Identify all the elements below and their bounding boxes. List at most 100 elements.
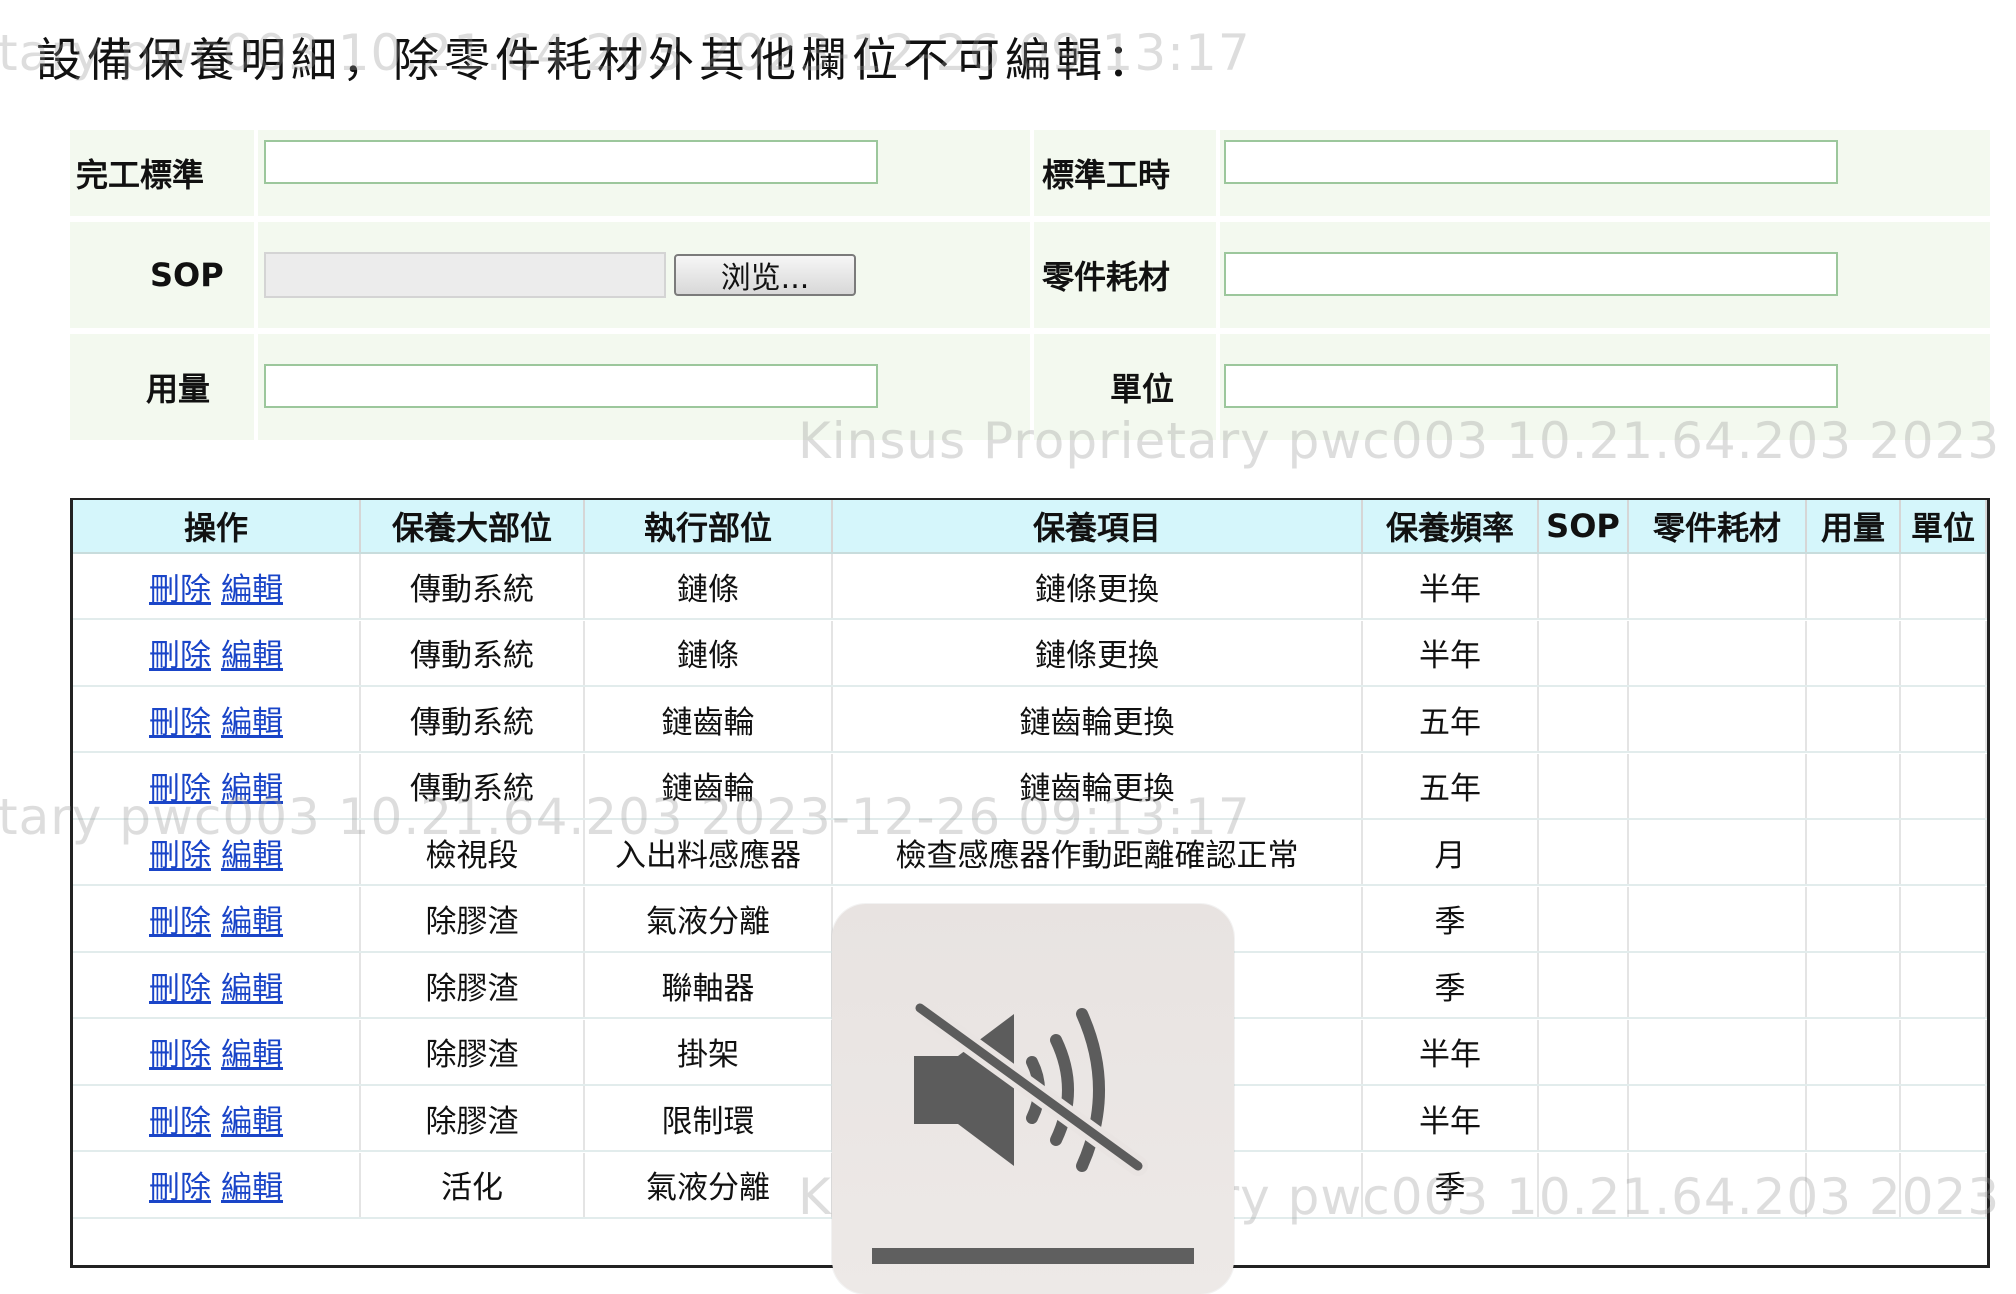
delete-link[interactable]: 刪除 (149, 763, 211, 808)
parts-input[interactable] (1224, 252, 1838, 296)
unit-label: 單位 (1110, 370, 1175, 408)
delete-link[interactable]: 刪除 (149, 1162, 211, 1207)
page-title: 設備保養明細，除零件耗材外其他欄位不可編輯： (36, 33, 1158, 87)
frequency-cell: 半年 (1363, 554, 1539, 618)
sop-file-input[interactable] (264, 252, 666, 298)
parts-label-cell: 零件耗材 (1034, 222, 1216, 328)
table-row: 刪除 編輯 傳動系統 鏈條 鏈條更換 半年 (73, 554, 1987, 620)
usage-cell (1807, 1152, 1901, 1217)
frequency-cell: 半年 (1363, 1019, 1539, 1084)
sop-cell (1539, 554, 1629, 618)
sop-cell (1539, 886, 1629, 951)
parts-cell (1629, 753, 1807, 818)
usage-cell (1807, 753, 1901, 818)
area-cell: 除膠渣 (361, 1019, 585, 1084)
edit-link[interactable]: 編輯 (221, 763, 283, 808)
unit-cell (1901, 953, 1987, 1017)
actions-cell: 刪除 編輯 (73, 953, 361, 1017)
frequency-cell: 半年 (1363, 620, 1539, 685)
part-cell: 鏈齒輪 (585, 687, 833, 751)
completion-standard-label: 完工標準 (76, 156, 205, 194)
usage-cell (1807, 687, 1901, 751)
part-cell: 掛架 (585, 1019, 833, 1084)
delete-link[interactable]: 刪除 (149, 1096, 211, 1141)
sop-cell (1539, 820, 1629, 884)
delete-link[interactable]: 刪除 (149, 630, 211, 675)
edit-link[interactable]: 編輯 (221, 1029, 283, 1074)
area-cell: 除膠渣 (361, 953, 585, 1017)
table-row: 刪除 編輯 傳動系統 鏈條 鏈條更換 半年 (73, 620, 1987, 687)
edit-link[interactable]: 編輯 (221, 896, 283, 941)
table-header: 操作 保養大部位 執行部位 保養項目 保養頻率 SOP 零件耗材 用量 單位 (73, 500, 1987, 554)
usage-cell (1807, 820, 1901, 884)
header-part: 執行部位 (585, 500, 833, 552)
frequency-cell: 五年 (1363, 753, 1539, 818)
item-cell: 檢查感應器作動距離確認正常 (833, 820, 1363, 884)
edit-link[interactable]: 編輯 (221, 564, 283, 609)
area-cell: 傳動系統 (361, 554, 585, 618)
frequency-cell: 季 (1363, 953, 1539, 1017)
area-cell: 除膠渣 (361, 886, 585, 951)
header-area: 保養大部位 (361, 500, 585, 552)
standard-hours-label: 標準工時 (1042, 156, 1171, 194)
frequency-cell: 季 (1363, 1152, 1539, 1217)
completion-standard-field-cell (258, 130, 1030, 216)
parts-cell (1629, 687, 1807, 751)
table-row: 刪除 編輯 傳動系統 鏈齒輪 鏈齒輪更換 五年 (73, 753, 1987, 820)
table-row: 刪除 編輯 傳動系統 鏈齒輪 鏈齒輪更換 五年 (73, 687, 1987, 753)
actions-cell: 刪除 編輯 (73, 886, 361, 951)
unit-cell (1901, 886, 1987, 951)
area-cell: 除膠渣 (361, 1086, 585, 1150)
usage-cell (1807, 886, 1901, 951)
part-cell: 氣液分離 (585, 886, 833, 951)
part-cell: 鏈齒輪 (585, 753, 833, 818)
unit-cell (1901, 1019, 1987, 1084)
browse-button[interactable]: 浏览... (674, 254, 856, 296)
edit-link[interactable]: 編輯 (221, 630, 283, 675)
standard-hours-label-cell: 標準工時 (1034, 130, 1216, 216)
sop-label: SOP (150, 256, 224, 294)
frequency-cell: 五年 (1363, 687, 1539, 751)
parts-cell (1629, 1152, 1807, 1217)
unit-field-cell (1220, 334, 1990, 440)
delete-link[interactable]: 刪除 (149, 963, 211, 1008)
parts-cell (1629, 620, 1807, 685)
unit-cell (1901, 1152, 1987, 1217)
delete-link[interactable]: 刪除 (149, 697, 211, 742)
delete-link[interactable]: 刪除 (149, 564, 211, 609)
completion-standard-label-cell: 完工標準 (70, 130, 254, 216)
unit-cell (1901, 554, 1987, 618)
maintenance-form: 完工標準 標準工時 SOP 浏览... 零件耗材 用量 單位 (70, 130, 1990, 442)
item-cell: 鏈齒輪更換 (833, 753, 1363, 818)
frequency-cell: 月 (1363, 820, 1539, 884)
item-cell: 鏈條更換 (833, 620, 1363, 685)
part-cell: 氣液分離 (585, 1152, 833, 1217)
usage-label: 用量 (146, 370, 211, 408)
header-item: 保養項目 (833, 500, 1363, 552)
usage-input[interactable] (264, 364, 878, 408)
edit-link[interactable]: 編輯 (221, 1162, 283, 1207)
header-actions: 操作 (73, 500, 361, 552)
delete-link[interactable]: 刪除 (149, 830, 211, 875)
area-cell: 傳動系統 (361, 753, 585, 818)
part-cell: 限制環 (585, 1086, 833, 1150)
edit-link[interactable]: 編輯 (221, 697, 283, 742)
standard-hours-field-cell (1220, 130, 1990, 216)
actions-cell: 刪除 編輯 (73, 820, 361, 884)
delete-link[interactable]: 刪除 (149, 1029, 211, 1074)
completion-standard-input[interactable] (264, 140, 878, 184)
edit-link[interactable]: 編輯 (221, 963, 283, 1008)
frequency-cell: 半年 (1363, 1086, 1539, 1150)
delete-link[interactable]: 刪除 (149, 896, 211, 941)
part-cell: 鏈條 (585, 620, 833, 685)
parts-cell (1629, 1019, 1807, 1084)
edit-link[interactable]: 編輯 (221, 830, 283, 875)
area-cell: 傳動系統 (361, 620, 585, 685)
area-cell: 傳動系統 (361, 687, 585, 751)
header-sop: SOP (1539, 500, 1629, 552)
unit-input[interactable] (1224, 364, 1838, 408)
edit-link[interactable]: 編輯 (221, 1096, 283, 1141)
standard-hours-input[interactable] (1224, 140, 1838, 184)
actions-cell: 刪除 編輯 (73, 1086, 361, 1150)
unit-cell (1901, 820, 1987, 884)
